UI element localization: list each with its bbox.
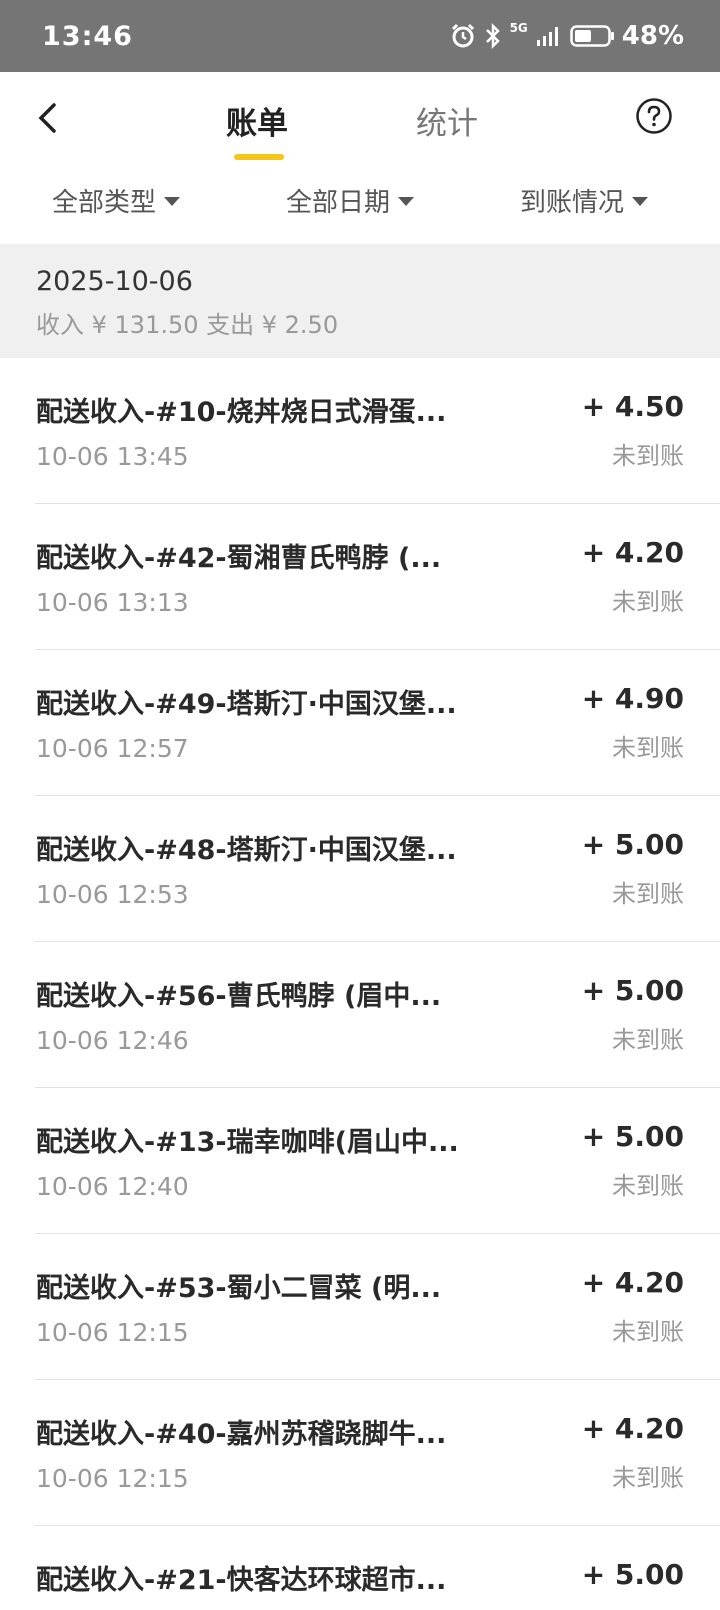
list-item[interactable]: 配送收入-#42-蜀湘曹氏鸭脖 (... 10-06 13:13 + 4.20 … xyxy=(0,504,720,650)
item-title: 配送收入-#40-嘉州苏稽跷脚牛... xyxy=(36,1419,447,1450)
item-status: 未到账 xyxy=(612,1026,684,1054)
item-title: 配送收入-#13-瑞幸咖啡(眉山中... xyxy=(36,1127,459,1158)
item-amount: + 4.20 xyxy=(581,536,684,569)
item-amount: + 5.00 xyxy=(581,1558,684,1591)
tab-stats[interactable]: 统计 xyxy=(416,98,478,143)
item-title: 配送收入-#49-塔斯汀·中国汉堡... xyxy=(36,689,457,720)
item-title: 配送收入-#48-塔斯汀·中国汉堡... xyxy=(36,835,457,866)
item-title: 配送收入-#21-快客达环球超市... xyxy=(36,1565,447,1596)
list-item[interactable]: 配送收入-#10-烧丼烧日式滑蛋... 10-06 13:45 + 4.50 未… xyxy=(0,358,720,504)
filter-type[interactable]: 全部类型 xyxy=(52,182,181,219)
item-status: 未到账 xyxy=(612,588,684,616)
date-title: 2025-10-06 xyxy=(36,266,193,297)
item-amount: + 5.00 xyxy=(581,1120,684,1153)
question-icon xyxy=(636,98,672,134)
bluetooth-icon xyxy=(485,23,500,49)
item-amount: + 4.20 xyxy=(581,1412,684,1445)
filter-date[interactable]: 全部日期 xyxy=(286,182,415,219)
filter-bar: 全部类型 全部日期 到账情况 xyxy=(0,162,720,244)
item-time: 10-06 12:57 xyxy=(36,734,189,763)
battery-level: 48% xyxy=(621,21,684,51)
filter-type-label: 全部类型 xyxy=(52,188,157,218)
item-status: 未到账 xyxy=(612,1172,684,1200)
battery: 48% xyxy=(570,21,684,51)
item-status: 未到账 xyxy=(612,442,684,470)
item-title: 配送收入-#42-蜀湘曹氏鸭脖 (... xyxy=(36,543,442,574)
item-title: 配送收入-#56-曹氏鸭脖 (眉中... xyxy=(36,981,442,1012)
item-status: 未到账 xyxy=(612,1464,684,1492)
item-time: 10-06 13:13 xyxy=(36,588,189,617)
tab-bill[interactable]: 账单 xyxy=(226,98,288,143)
item-time: 10-06 12:46 xyxy=(36,1026,189,1055)
network-label: 5G xyxy=(509,21,528,35)
item-time: 10-06 12:40 xyxy=(36,1172,189,1201)
active-tab-indicator xyxy=(234,154,284,160)
transaction-list: 配送收入-#10-烧丼烧日式滑蛋... 10-06 13:45 + 4.50 未… xyxy=(0,358,720,1610)
header: 账单 统计 xyxy=(0,72,720,162)
filter-status-label: 到账情况 xyxy=(520,188,625,218)
list-item[interactable]: 配送收入-#56-曹氏鸭脖 (眉中... 10-06 12:46 + 5.00 … xyxy=(0,942,720,1088)
item-time: 10-06 13:45 xyxy=(36,442,189,471)
battery-icon xyxy=(570,25,614,47)
help-button[interactable] xyxy=(634,96,674,136)
date-summary: 收入 ¥ 131.50 支出 ¥ 2.50 xyxy=(36,311,339,339)
date-group-header: 2025-10-06 收入 ¥ 131.50 支出 ¥ 2.50 xyxy=(0,244,720,358)
caret-down-icon xyxy=(164,197,181,206)
status-time: 13:46 xyxy=(42,20,133,52)
item-title: 配送收入-#10-烧丼烧日式滑蛋... xyxy=(36,397,447,428)
caret-down-icon xyxy=(398,197,415,206)
chevron-left-icon xyxy=(38,103,56,133)
signal-icon xyxy=(536,27,558,46)
item-amount: + 5.00 xyxy=(581,828,684,861)
list-item[interactable]: 配送收入-#21-快客达环球超市... + 5.00 xyxy=(0,1526,720,1610)
item-time: 10-06 12:15 xyxy=(36,1318,189,1347)
item-title: 配送收入-#53-蜀小二冒菜 (明... xyxy=(36,1273,442,1304)
list-item[interactable]: 配送收入-#49-塔斯汀·中国汉堡... 10-06 12:57 + 4.90 … xyxy=(0,650,720,796)
item-amount: + 4.50 xyxy=(581,390,684,423)
list-item[interactable]: 配送收入-#53-蜀小二冒菜 (明... 10-06 12:15 + 4.20 … xyxy=(0,1234,720,1380)
item-amount: + 5.00 xyxy=(581,974,684,1007)
back-button[interactable] xyxy=(24,94,72,142)
list-item[interactable]: 配送收入-#40-嘉州苏稽跷脚牛... 10-06 12:15 + 4.20 未… xyxy=(0,1380,720,1526)
filter-status[interactable]: 到账情况 xyxy=(520,182,649,219)
status-icons: 5G 48% xyxy=(450,21,684,51)
filter-date-label: 全部日期 xyxy=(286,188,391,218)
caret-down-icon xyxy=(632,197,649,206)
item-status: 未到账 xyxy=(612,880,684,908)
status-bar: 13:46 5G 48% xyxy=(0,0,720,72)
alarm-icon xyxy=(451,23,474,48)
item-time: 10-06 12:53 xyxy=(36,880,189,909)
item-status: 未到账 xyxy=(612,734,684,762)
item-status: 未到账 xyxy=(612,1318,684,1346)
item-amount: + 4.90 xyxy=(581,682,684,715)
item-amount: + 4.20 xyxy=(581,1266,684,1299)
list-item[interactable]: 配送收入-#48-塔斯汀·中国汉堡... 10-06 12:53 + 5.00 … xyxy=(0,796,720,942)
list-item[interactable]: 配送收入-#13-瑞幸咖啡(眉山中... 10-06 12:40 + 5.00 … xyxy=(0,1088,720,1234)
item-time: 10-06 12:15 xyxy=(36,1464,189,1493)
